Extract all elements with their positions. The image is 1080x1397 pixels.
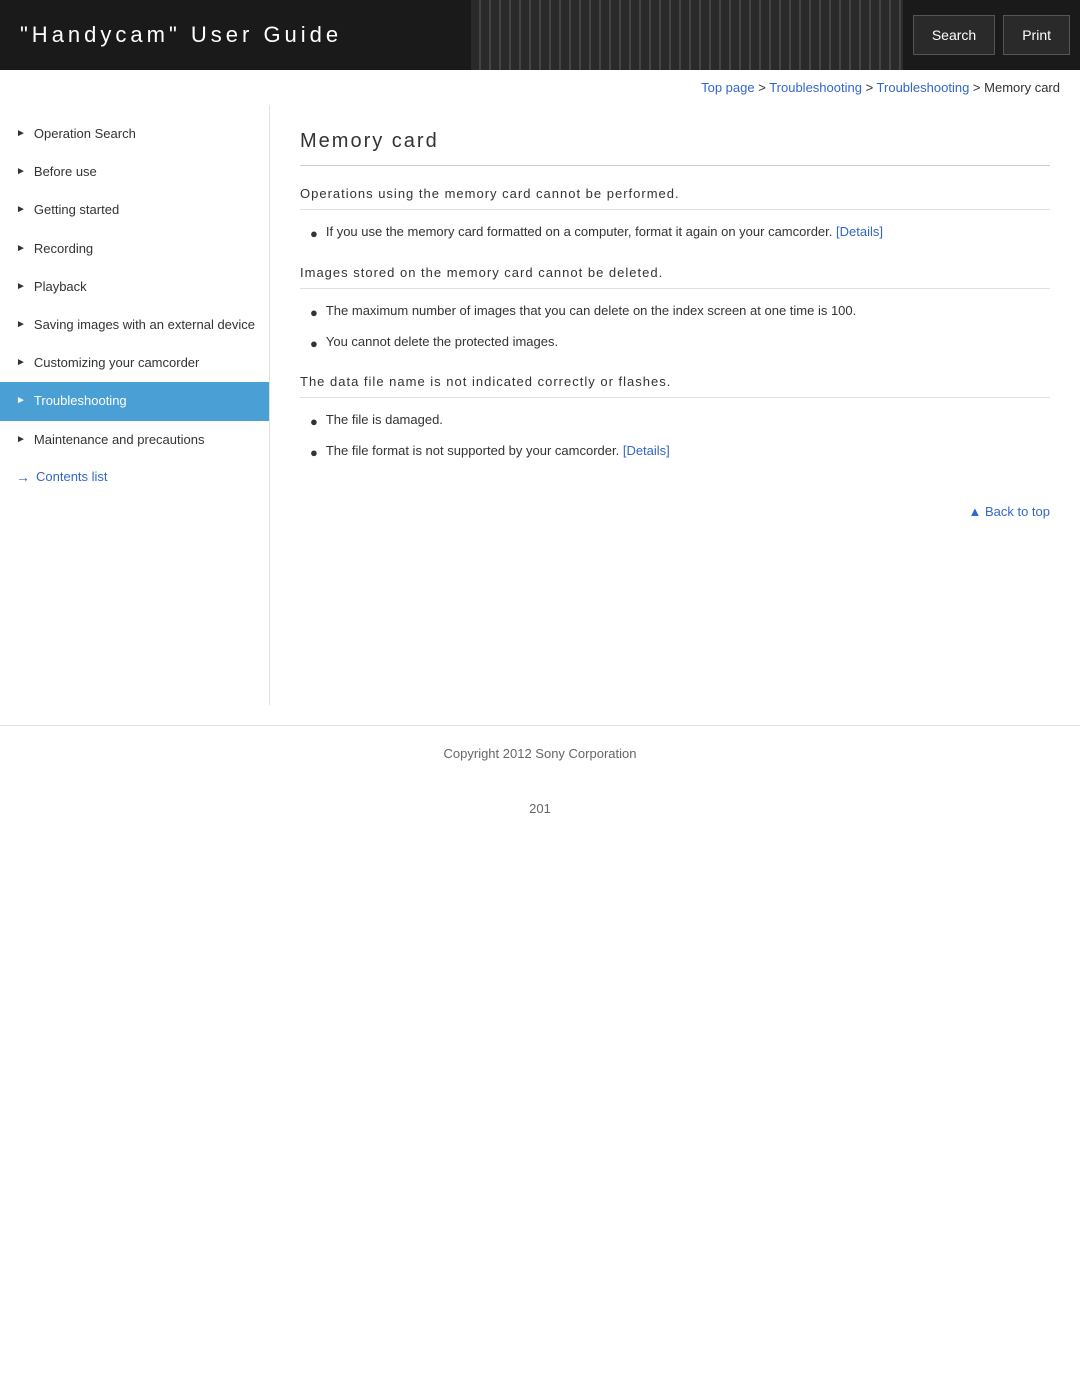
sidebar-item-saving-images[interactable]: ► Saving images with an external device (0, 306, 269, 344)
search-button[interactable]: Search (913, 15, 995, 55)
bullet-item: ● You cannot delete the protected images… (300, 332, 1050, 355)
sidebar-label: Playback (34, 278, 257, 296)
arrow-icon: ► (16, 356, 26, 370)
back-to-top[interactable]: ▲ Back to top (300, 484, 1050, 529)
breadcrumb-top-page[interactable]: Top page (701, 80, 755, 95)
section-heading-1: Operations using the memory card cannot … (300, 186, 1050, 210)
header-stripes (471, 0, 902, 70)
breadcrumb-sep2: > (866, 80, 877, 95)
arrow-icon: ► (16, 394, 26, 408)
details-link-1[interactable]: [Details] (836, 224, 883, 239)
header: "Handycam" User Guide Search Print (0, 0, 1080, 70)
bullet-text: If you use the memory card formatted on … (326, 222, 1050, 243)
bullet-dot: ● (310, 412, 318, 433)
bullet-item: ● The maximum number of images that you … (300, 301, 1050, 324)
breadcrumb-sep3: > (973, 80, 984, 95)
breadcrumb-memory-card: Memory card (984, 80, 1060, 95)
sidebar-label: Recording (34, 240, 257, 258)
main-content: Memory card Operations using the memory … (270, 105, 1080, 559)
arrow-icon: ► (16, 280, 26, 294)
sidebar-item-customizing[interactable]: ► Customizing your camcorder (0, 344, 269, 382)
page-title: Memory card (300, 115, 1050, 166)
layout: ► Operation Search ► Before use ► Gettin… (0, 105, 1080, 705)
bullet-dot: ● (310, 443, 318, 464)
sidebar-item-playback[interactable]: ► Playback (0, 268, 269, 306)
bullet-text: The maximum number of images that you ca… (326, 301, 1050, 322)
sidebar-label: Operation Search (34, 125, 257, 143)
arrow-icon: ► (16, 203, 26, 217)
page-number: 201 (0, 781, 1080, 836)
bullet-text: The file is damaged. (326, 410, 1050, 431)
sidebar: ► Operation Search ► Before use ► Gettin… (0, 105, 270, 705)
sidebar-item-troubleshooting[interactable]: ► Troubleshooting (0, 382, 269, 420)
header-buttons: Search Print (903, 0, 1080, 70)
sidebar-label: Troubleshooting (34, 392, 257, 410)
section-memory-card-operations: Operations using the memory card cannot … (300, 186, 1050, 245)
footer: Copyright 2012 Sony Corporation (0, 725, 1080, 781)
contents-list-label: Contents list (36, 469, 108, 484)
details-link-2[interactable]: [Details] (623, 443, 670, 458)
sidebar-label: Customizing your camcorder (34, 354, 257, 372)
sidebar-item-getting-started[interactable]: ► Getting started (0, 191, 269, 229)
copyright-text: Copyright 2012 Sony Corporation (444, 746, 637, 761)
arrow-icon: ► (16, 433, 26, 447)
bullet-item: ● The file is damaged. (300, 410, 1050, 433)
contents-list-link[interactable]: → Contents list (0, 459, 269, 495)
section-data-file-name: The data file name is not indicated corr… (300, 374, 1050, 464)
breadcrumb-troubleshooting2[interactable]: Troubleshooting (877, 80, 970, 95)
bullet-item: ● If you use the memory card formatted o… (300, 222, 1050, 245)
arrow-icon: ► (16, 165, 26, 179)
section-heading-2: Images stored on the memory card cannot … (300, 265, 1050, 289)
bullet-dot: ● (310, 334, 318, 355)
sidebar-item-before-use[interactable]: ► Before use (0, 153, 269, 191)
sidebar-label: Before use (34, 163, 257, 181)
bullet-dot: ● (310, 303, 318, 324)
sidebar-item-recording[interactable]: ► Recording (0, 230, 269, 268)
sidebar-item-operation-search[interactable]: ► Operation Search (0, 115, 269, 153)
arrow-icon: ► (16, 318, 26, 332)
arrow-icon: ► (16, 127, 26, 141)
bullet-text: You cannot delete the protected images. (326, 332, 1050, 353)
bullet-item: ● The file format is not supported by yo… (300, 441, 1050, 464)
breadcrumb: Top page > Troubleshooting > Troubleshoo… (0, 70, 1080, 105)
sidebar-label: Saving images with an external device (34, 316, 257, 334)
sidebar-label: Getting started (34, 201, 257, 219)
section-images-deleted: Images stored on the memory card cannot … (300, 265, 1050, 355)
print-button[interactable]: Print (1003, 15, 1070, 55)
app-title: "Handycam" User Guide (20, 22, 342, 48)
breadcrumb-troubleshooting1[interactable]: Troubleshooting (769, 80, 862, 95)
sidebar-item-maintenance[interactable]: ► Maintenance and precautions (0, 421, 269, 459)
bullet-dot: ● (310, 224, 318, 245)
arrow-icon: ► (16, 242, 26, 256)
arrow-right-icon: → (16, 469, 30, 485)
section-heading-3: The data file name is not indicated corr… (300, 374, 1050, 398)
breadcrumb-sep1: > (758, 80, 769, 95)
sidebar-label: Maintenance and precautions (34, 431, 257, 449)
back-to-top-label[interactable]: ▲ Back to top (968, 504, 1050, 519)
header-title-area: "Handycam" User Guide (0, 0, 471, 70)
bullet-text: The file format is not supported by your… (326, 441, 1050, 462)
